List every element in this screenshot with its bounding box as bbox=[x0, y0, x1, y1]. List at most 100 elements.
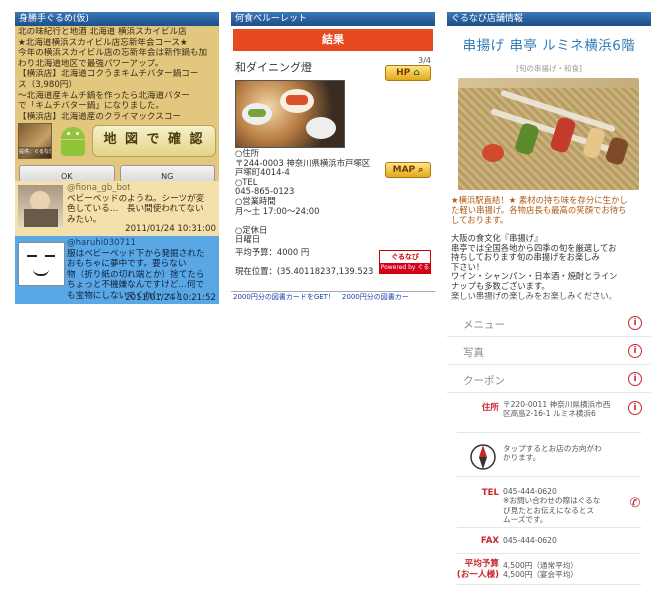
detail-line: 日曜日 bbox=[235, 234, 261, 245]
restaurant-photo bbox=[235, 80, 345, 148]
address-line: 区高島2-16-1 ルミネ横浜6 bbox=[503, 409, 596, 419]
divider bbox=[457, 432, 641, 433]
article-line: ス（3,980円） bbox=[18, 79, 77, 90]
article-line: ～北海道産キムチ鍋を作ったら北海道バター bbox=[18, 90, 190, 101]
detail-line: 月～土 17:00～24:00 bbox=[235, 205, 320, 216]
info-icon: i bbox=[628, 401, 642, 415]
ad-banner[interactable]: 2000円分の図書カードをGET！ 2000円分の図書カー bbox=[231, 291, 435, 304]
tweet-timestamp: 2011/01/24 10:21:52 bbox=[125, 293, 216, 303]
address-label: 住所 bbox=[481, 403, 499, 413]
compass-icon[interactable] bbox=[469, 443, 497, 471]
budget-label-line: 平均予算 bbox=[464, 559, 499, 569]
page-indicator: 3/4 bbox=[418, 56, 431, 65]
budget-line: 4,500円（通常平均） bbox=[503, 561, 578, 570]
promo-line: ★横浜駅直結！★ 素材の持ち味を存分に生かし bbox=[451, 195, 628, 205]
restaurant-thumbnail[interactable]: 提供：ぐるなび bbox=[18, 122, 52, 159]
promo-line: しております。 bbox=[451, 215, 509, 226]
address-value: 〒220-0011 神奈川県横浜市西 区高島2-16-1 ルミネ横浜6 bbox=[503, 400, 627, 419]
result-banner: 結果 bbox=[233, 29, 433, 51]
hp-label: HP bbox=[396, 68, 411, 78]
home-icon: ⌂ bbox=[413, 68, 420, 78]
map-button[interactable]: MAP ⌕ bbox=[385, 162, 431, 178]
promo-line: た軽い串揚げ。各物店長も最高の笑顔でお待ち bbox=[451, 205, 627, 216]
app-title-bar: 身勝手ぐるめ(仮) bbox=[15, 12, 219, 26]
store-category: [旬の串揚げ・和食] bbox=[516, 64, 582, 73]
info-icon: i bbox=[628, 316, 642, 330]
article-line: で「キムチバター鍋」になりました。 bbox=[18, 101, 165, 112]
article-line: ★北海道横浜スカイビル店忘新年会コース★ bbox=[18, 37, 188, 48]
address-line: 〒220-0011 神奈川県横浜市西 bbox=[503, 400, 611, 409]
article-line: わり北海道地区で最強パワーアップ。 bbox=[18, 58, 164, 69]
search-icon: ⌕ bbox=[418, 165, 424, 175]
current-location: 現在位置：(35.40118237,139.523 bbox=[235, 266, 374, 277]
menu-item-menu[interactable]: メニュー i bbox=[447, 309, 651, 337]
android-icon bbox=[56, 124, 90, 158]
info-icon: i bbox=[628, 372, 642, 386]
restaurant-details: ○住所 〒244-0003 神奈川県横浜市戸塚区 戸塚町4014-4 ○TEL … bbox=[235, 148, 385, 277]
article-line: 【横浜店】北海道産のクライマックスコー bbox=[18, 111, 182, 120]
tel-label: TEL bbox=[481, 488, 499, 498]
fax-value: 045-444-0620 bbox=[503, 536, 557, 545]
budget-label: 平均予算 (お一人様) bbox=[457, 559, 499, 580]
article-line: 北の味紀行と地酒 北海道 横浜スカイビル店 bbox=[18, 27, 187, 37]
tweet-text: 物（折り紙の切れ端とか）捨てたら bbox=[67, 269, 205, 280]
map-label: MAP bbox=[392, 165, 416, 175]
tweet-user[interactable]: @haruhi030711 bbox=[67, 238, 216, 249]
user-avatar bbox=[18, 242, 65, 286]
menu-item-photos[interactable]: 写真 i bbox=[447, 337, 651, 365]
menu-item-label: クーポン bbox=[463, 375, 505, 387]
gnavi-store-info-screen: ぐるなび店舗情報 串揚げ 串亭 ルミネ横浜6階 [旬の串揚げ・和食] ★横浜駅直… bbox=[447, 12, 651, 597]
divider bbox=[457, 584, 641, 585]
budget-line: 4,500円（宴会平均） bbox=[503, 570, 578, 580]
tweet-item[interactable]: @fiona_gb_bot ベビーベッドのようね。シーツが変 色している… 長い… bbox=[15, 181, 219, 236]
menu-item-label: 写真 bbox=[463, 347, 484, 359]
homepage-button[interactable]: HP ⌂ bbox=[385, 65, 431, 81]
article-line: 【横浜店】北海道コクうまキムチバター鍋コー bbox=[18, 69, 199, 80]
direction-hint: タップするとお店の方向がわ かります。 bbox=[503, 444, 627, 463]
tweet-text: ちょっと不機嫌なんですけど…何で bbox=[67, 280, 205, 290]
tweet-item[interactable]: @haruhi030711 服はベビーベッド下から発掘された おもちゃに夢中です… bbox=[15, 236, 219, 304]
text-fade bbox=[447, 294, 651, 308]
tweet-text: 色している… 長い間使われてない bbox=[67, 204, 204, 214]
hint-line: タップするとお店の方向がわ bbox=[503, 444, 602, 453]
roulette-app-screen: 何食べルーレット 結果 和ダイニング燈 3/4 HP ⌂ ○住所 〒244-00… bbox=[231, 12, 435, 304]
app-title-bar: ぐるなび店舗情報 bbox=[447, 12, 651, 26]
store-menu-list: メニュー i 写真 i クーポン i bbox=[447, 309, 651, 393]
restaurant-article: 北の味紀行と地酒 北海道 横浜スカイビル店 ★北海道横浜スカイビル店忘新年会コー… bbox=[15, 26, 219, 193]
tel-number: 045-444-0620 bbox=[503, 487, 557, 496]
store-promo: ★横浜駅直結！★ 素材の持ち味を存分に生かし た軽い串揚げ。各物店長も最高の笑顔… bbox=[451, 195, 647, 226]
budget-label-line: (お一人様) bbox=[456, 569, 499, 580]
tweet-text: おもちゃに夢中です。要らない bbox=[67, 259, 187, 269]
powered-by-text: Powered by ぐるなび bbox=[380, 263, 430, 281]
user-avatar bbox=[18, 185, 63, 227]
tweet-text: 服はベビーベッド下から発掘された bbox=[67, 248, 205, 259]
menu-item-label: メニュー bbox=[463, 319, 505, 331]
fax-label: FAX bbox=[480, 536, 499, 546]
map-row: 提供：ぐるなび 地 図 で 確 認 bbox=[18, 122, 216, 160]
gourmet-app-screen: 身勝手ぐるめ(仮) 北の味紀行と地酒 北海道 横浜スカイビル店 ★北海道横浜スカ… bbox=[15, 12, 219, 304]
hint-line: かります。 bbox=[503, 453, 541, 463]
tweet-timestamp: 2011/01/24 10:31:00 bbox=[125, 224, 216, 234]
tweet-text: ベビーベッドのようね。シーツが変 bbox=[67, 193, 205, 204]
gnavi-logo[interactable]: ぐるなび Powered by ぐるなび bbox=[379, 250, 431, 281]
thumbnail-caption: 提供：ぐるなび bbox=[19, 147, 51, 158]
tel-note: ※お問い合わせの際はぐるな bbox=[503, 496, 601, 506]
menu-item-coupon[interactable]: クーポン i bbox=[447, 365, 651, 393]
gnavi-logo-text: ぐるなび bbox=[391, 253, 419, 261]
restaurant-name: 和ダイニング燈 bbox=[235, 61, 312, 74]
store-photo bbox=[458, 78, 639, 190]
divider bbox=[457, 476, 641, 477]
article-line: 今年の横浜スカイビル店の忘新年会は新作鍋も加 bbox=[18, 48, 208, 59]
tel-value: 045-444-0620 ※お問い合わせの際はぐるな び見たとお伝えになるとス … bbox=[503, 487, 627, 525]
check-map-button[interactable]: 地 図 で 確 認 bbox=[92, 124, 216, 157]
app-title-bar: 何食べルーレット bbox=[231, 12, 435, 26]
tel-note: び見たとお伝えになるとス bbox=[503, 505, 595, 515]
divider bbox=[457, 553, 641, 554]
budget-value: 4,500円（通常平均） 4,500円（宴会平均） bbox=[503, 561, 627, 580]
store-title: 串揚げ 串亭 ルミネ横浜6階 bbox=[462, 38, 636, 54]
detail-line: 平均予算：4000 円 bbox=[235, 246, 310, 257]
detail-line: 戸塚町4014-4 bbox=[235, 167, 290, 178]
phone-icon[interactable]: ✆ bbox=[628, 497, 642, 511]
tweet-user[interactable]: @fiona_gb_bot bbox=[67, 183, 216, 194]
store-description: 大阪の食文化『串揚げ』 串亭では全国各地から四季の旬を厳選してお 持ちしておりま… bbox=[451, 233, 647, 301]
